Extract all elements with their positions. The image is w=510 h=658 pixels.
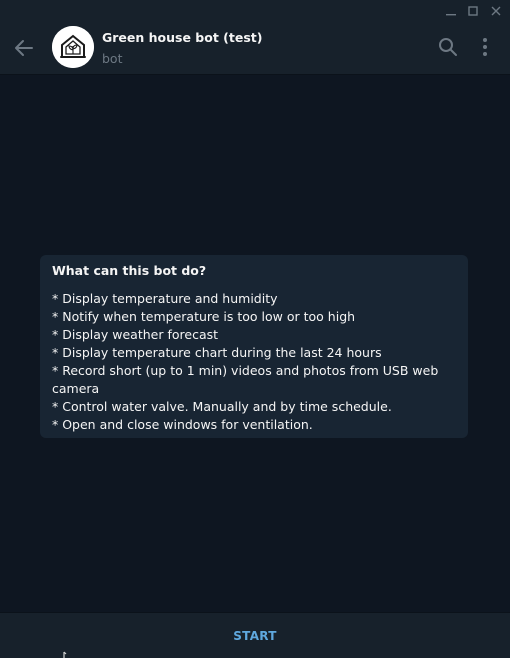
intro-line: * Display temperature chart during the l… <box>52 345 382 360</box>
chat-title[interactable]: Green house bot (test) <box>102 30 262 45</box>
intro-line: * Display weather forecast <box>52 327 219 342</box>
message-area: What can this bot do? * Display temperat… <box>0 75 510 612</box>
intro-line: * Open and close windows for ventilation… <box>52 417 313 432</box>
chat-header: Green house bot (test) bot <box>0 22 510 75</box>
close-icon[interactable] <box>485 2 507 20</box>
more-vertical-icon[interactable] <box>476 36 494 58</box>
intro-title: What can this bot do? <box>52 263 207 278</box>
minimize-icon[interactable] <box>440 2 462 20</box>
chat-subtitle: bot <box>102 51 123 66</box>
window-titlebar <box>0 0 510 22</box>
bottom-bar: START <box>0 612 510 658</box>
greenhouse-icon <box>52 26 94 68</box>
telegram-window: Green house bot (test) bot What can this… <box>0 0 510 658</box>
search-icon[interactable] <box>437 36 459 58</box>
intro-line: * Control water valve. Manually and by t… <box>52 399 392 414</box>
start-button[interactable]: START <box>0 613 510 658</box>
intro-line: * Notify when temperature is too low or … <box>52 309 356 324</box>
back-arrow-icon[interactable] <box>12 36 36 60</box>
mouse-cursor-icon <box>62 647 74 658</box>
intro-line: * Record short (up to 1 min) videos and … <box>52 363 439 378</box>
avatar[interactable] <box>52 26 94 68</box>
maximize-icon[interactable] <box>462 2 484 20</box>
intro-line: camera <box>52 381 100 396</box>
intro-line: * Display temperature and humidity <box>52 291 278 306</box>
bot-intro-card: What can this bot do? * Display temperat… <box>40 255 468 438</box>
